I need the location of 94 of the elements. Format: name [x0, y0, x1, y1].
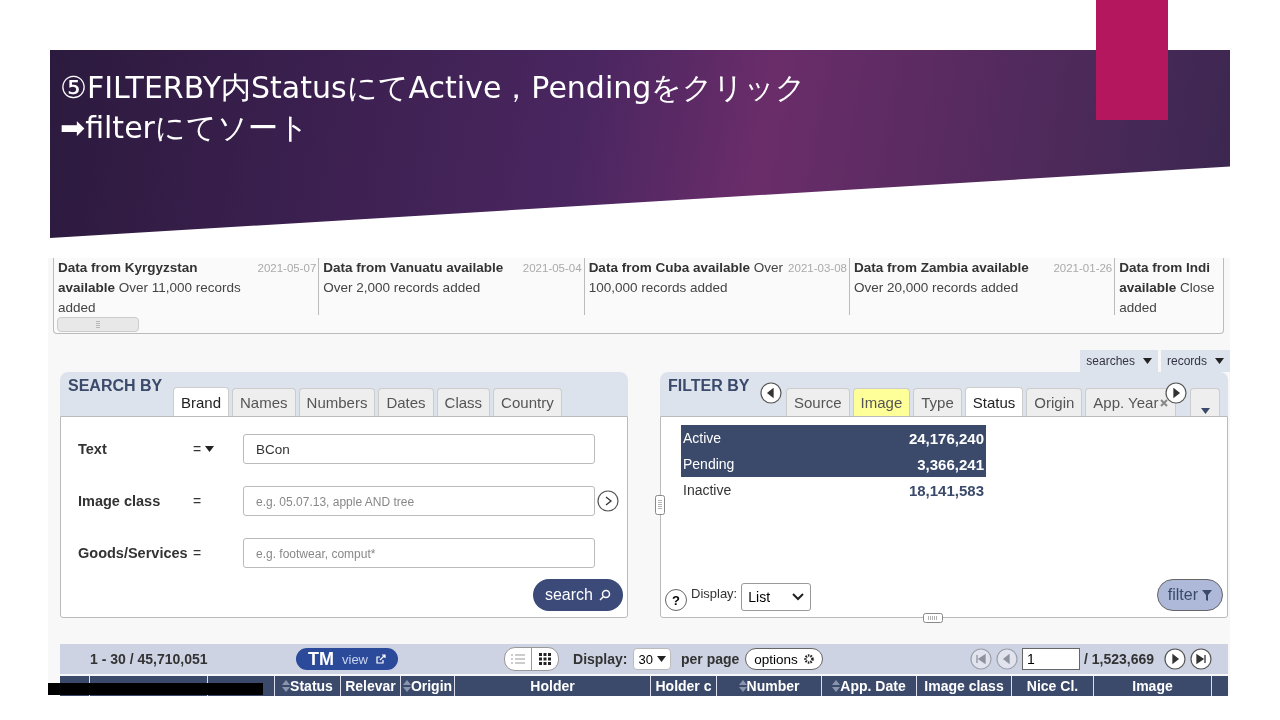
news-text[interactable]: Data from Indi available Close added	[1119, 258, 1221, 315]
previous-page-icon[interactable]	[995, 648, 1018, 670]
sort-icon[interactable]	[402, 679, 411, 693]
news-date: 2021-03-08	[788, 261, 847, 276]
expand-icon[interactable]	[597, 490, 619, 512]
tab[interactable]: Source	[786, 388, 850, 416]
input-field[interactable]: e.g. 05.07.13, apple AND tree	[243, 486, 595, 516]
search-button[interactable]: search	[532, 579, 623, 611]
field-label: Goods/Services	[78, 545, 189, 561]
tab[interactable]: Country	[493, 388, 562, 416]
field-label: Text	[78, 441, 108, 457]
status-label: Pending	[683, 456, 735, 472]
caret-icon	[1143, 358, 1152, 364]
per-page-label: per page	[680, 651, 740, 667]
tab[interactable]: Numbers	[298, 388, 376, 416]
funnel-icon	[1202, 589, 1212, 601]
input-field[interactable]: e.g. footwear, comput*	[243, 538, 595, 568]
results-range: 1 - 30 / 45,710,051	[90, 651, 209, 667]
news-date: 2021-05-07	[257, 261, 317, 276]
input-field[interactable]: BCon	[243, 434, 595, 464]
caret-icon	[656, 656, 666, 662]
sort-icon[interactable]	[738, 679, 747, 693]
tab[interactable]: Dates	[378, 388, 434, 416]
column-header[interactable]: Status	[290, 678, 333, 694]
status-count: 18,141,583	[908, 481, 984, 499]
status-row[interactable]: Active 24,176,240	[681, 425, 986, 451]
column-header[interactable]: Image class	[924, 678, 1004, 694]
column-header[interactable]: Holder c	[655, 678, 712, 694]
column-header[interactable]: Image	[1132, 678, 1173, 694]
column-header[interactable]: Number	[746, 678, 800, 694]
tab[interactable]: Class	[436, 388, 491, 416]
search-icon	[599, 589, 611, 601]
news-date: 2021-01-26	[1053, 261, 1113, 276]
field-label: Image class	[78, 493, 162, 509]
tab[interactable]: App. Year	[1085, 388, 1177, 416]
caret-icon	[1215, 358, 1224, 364]
column-header[interactable]: Nice Cl.	[1026, 678, 1079, 694]
panel-title: SEARCH BY	[68, 377, 163, 395]
panel-title: FILTER BY	[668, 377, 750, 395]
gear-icon	[803, 654, 814, 664]
tab[interactable]: Brand	[173, 387, 230, 417]
tmview-button[interactable]: TM view	[296, 648, 398, 670]
news-text[interactable]: Data from Kyrgyzstan available Over 11,000 records added	[58, 258, 258, 315]
column-header[interactable]: Origin	[410, 678, 453, 694]
display-select[interactable]: List	[741, 583, 812, 611]
tab[interactable]: Names	[232, 388, 296, 416]
scrollbar-thumb[interactable]	[57, 317, 139, 332]
operator-label: =	[193, 441, 202, 457]
last-page-icon[interactable]	[1190, 648, 1212, 670]
sort-icon[interactable]	[282, 679, 291, 693]
filter-button[interactable]: filter	[1156, 579, 1223, 611]
status-label: Active	[683, 430, 722, 446]
status-count: 24,176,240	[908, 429, 984, 447]
close-icon[interactable]	[1160, 398, 1169, 407]
news-date: 2021-05-04	[522, 261, 582, 276]
next-page-icon[interactable]	[1164, 648, 1186, 670]
column-header[interactable]: Holder	[530, 678, 575, 694]
column-header[interactable]: App. Date	[840, 678, 906, 694]
sort-icon[interactable]	[832, 679, 841, 693]
tab-menu[interactable]	[1190, 388, 1221, 416]
tab[interactable]: Origin	[1026, 388, 1083, 416]
news-text[interactable]: Data from Zambia available Over 20,000 records added	[853, 258, 1054, 298]
first-page-icon[interactable]	[969, 648, 992, 670]
tab[interactable]: Image	[852, 388, 911, 416]
scroll-right-icon[interactable]	[1165, 381, 1188, 404]
status-row[interactable]: Pending 3,366,241	[681, 451, 986, 477]
external-link-icon	[376, 654, 386, 664]
status-label: Inactive	[683, 482, 732, 498]
news-text[interactable]: Data from Vanuatu available Over 2,000 records added	[323, 258, 523, 298]
status-count: 3,366,241	[917, 455, 984, 473]
options-button[interactable]: options	[745, 648, 823, 670]
page-count: / 1,523,669	[1083, 651, 1154, 667]
chevron-down-icon	[792, 593, 805, 601]
tab[interactable]: Type	[913, 388, 962, 416]
page-input[interactable]: 1	[1021, 648, 1080, 670]
tab[interactable]: Status	[964, 387, 1024, 417]
operator-label: =	[193, 545, 202, 561]
help-button[interactable]: ?	[665, 589, 687, 611]
column-header[interactable]: Relevar	[345, 678, 396, 694]
scroll-left-icon[interactable]	[760, 381, 782, 404]
dropdown-menu[interactable]: searches	[1080, 350, 1158, 372]
caret-icon	[205, 446, 215, 452]
operator-label: =	[193, 493, 202, 509]
dropdown-menu[interactable]: records	[1161, 350, 1230, 372]
status-row[interactable]: Inactive 18,141,583	[681, 477, 986, 503]
slide-title: ➡filterにてソート	[60, 109, 310, 147]
resize-handle[interactable]	[655, 495, 665, 515]
display-label: Display:	[691, 586, 738, 601]
slide-title: ⑤FILTERBY内StatusにてActive，Pendingをクリック	[60, 69, 808, 107]
resize-handle[interactable]	[923, 613, 943, 623]
display-label: Display:	[573, 651, 628, 667]
news-text[interactable]: Data from Cuba available Over 100,000 records added	[588, 258, 789, 298]
per-page-select[interactable]: 30	[633, 648, 671, 670]
caret-icon	[1200, 408, 1210, 414]
